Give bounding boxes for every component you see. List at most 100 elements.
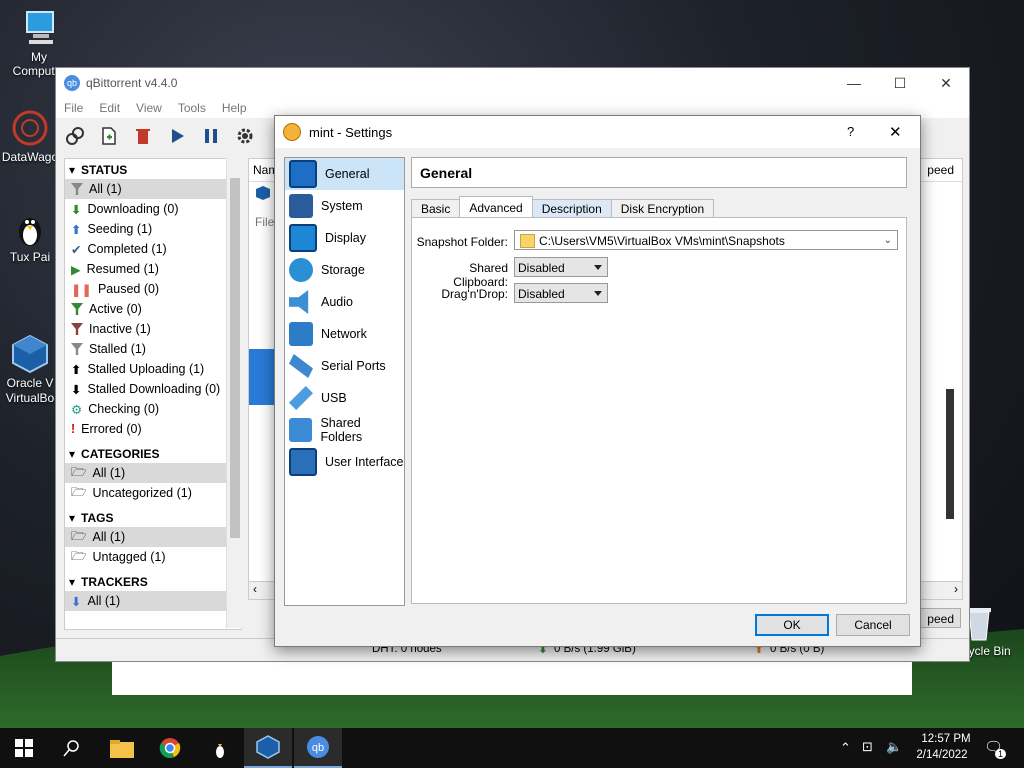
search-button[interactable] xyxy=(48,728,96,768)
nav-shared-folders[interactable]: Shared Folders xyxy=(285,414,404,446)
tracker-all[interactable]: ⬇ All (1) xyxy=(65,591,241,611)
status-filter-inactive[interactable]: Inactive (1) xyxy=(65,319,241,339)
virtualbox-icon xyxy=(10,319,50,374)
svg-text:qb: qb xyxy=(312,742,324,754)
resume-button[interactable] xyxy=(166,125,188,147)
network-icon xyxy=(289,322,313,346)
taskbar-qbittorrent[interactable]: qb xyxy=(294,728,342,768)
taskbar-file-explorer[interactable] xyxy=(98,728,146,768)
desktop-icon-virtualbox[interactable]: Oracle V VirtualBo xyxy=(0,304,60,421)
collapse-icon: ▾ xyxy=(69,575,76,589)
desktop-icon-label: DataWago xyxy=(1,150,59,164)
menu-help[interactable]: Help xyxy=(222,101,247,115)
categories-header[interactable]: ▾ CATEGORIES xyxy=(65,443,241,463)
tag-all[interactable]: 🗁 All (1) xyxy=(65,527,241,547)
nav-user-interface[interactable]: User Interface xyxy=(285,446,404,478)
nav-system[interactable]: System xyxy=(285,190,404,222)
snapshot-folder-select[interactable]: C:\Users\VM5\VirtualBox VMs\mint\Snapsho… xyxy=(514,230,898,250)
category-all[interactable]: 🗁 All (1) xyxy=(65,463,241,483)
start-button[interactable] xyxy=(0,728,48,768)
category-uncategorized[interactable]: 🗁 Uncategorized (1) xyxy=(65,483,241,503)
scroll-left-icon[interactable]: ‹ xyxy=(253,582,257,596)
maximize-button[interactable]: ☐ xyxy=(877,68,923,98)
tab-description[interactable]: Description xyxy=(531,199,612,218)
tab-advanced[interactable]: Advanced xyxy=(459,196,533,218)
qbittorrent-title: qBittorrent v4.4.0 xyxy=(86,76,178,90)
status-filter-paused[interactable]: ❚❚ Paused (0) xyxy=(65,279,241,299)
status-filter-checking[interactable]: ⚙ Checking (0) xyxy=(65,399,241,419)
taskbar-chrome[interactable] xyxy=(146,728,194,768)
taskbar-tux-paint[interactable] xyxy=(196,728,244,768)
status-filter-stalled-uploading[interactable]: ⬆ Stalled Uploading (1) xyxy=(65,359,241,379)
options-gear-icon[interactable] xyxy=(234,125,256,147)
tab-disk-encryption[interactable]: Disk Encryption xyxy=(610,199,715,218)
sidebar-scrollbar[interactable] xyxy=(226,158,243,628)
clock-date[interactable]: 2/14/2022 xyxy=(912,749,972,761)
tab-basic[interactable]: Basic xyxy=(411,199,461,218)
error-icon: ! xyxy=(71,422,76,436)
nav-general[interactable]: General xyxy=(285,158,404,190)
tag-untagged[interactable]: 🗁 Untagged (1) xyxy=(65,547,241,567)
status-filter-downloading[interactable]: ⬇ Downloading (0) xyxy=(65,199,241,219)
status-header[interactable]: ▾ STATUS xyxy=(65,159,241,179)
scrollbar-thumb[interactable] xyxy=(230,178,240,538)
nav-network[interactable]: Network xyxy=(285,318,404,350)
close-button[interactable]: ✕ xyxy=(923,68,969,98)
status-filter-stalled-downloading[interactable]: ⬇ Stalled Downloading (0) xyxy=(65,379,241,399)
nav-usb[interactable]: USB xyxy=(285,382,404,414)
add-torrent-link-button[interactable] xyxy=(64,125,86,147)
details-scroll[interactable] xyxy=(946,389,954,519)
scroll-right-icon[interactable]: › xyxy=(954,582,958,596)
nav-storage[interactable]: Storage xyxy=(285,254,404,286)
network-icon[interactable]: ⊡ xyxy=(862,739,873,755)
filter-icon xyxy=(71,323,83,335)
virtualbox-vm-icon xyxy=(283,123,301,141)
status-filter-completed[interactable]: ✔ Completed (1) xyxy=(65,239,241,259)
taskbar-virtualbox[interactable] xyxy=(244,728,292,768)
shared-clipboard-select[interactable]: Disabled xyxy=(514,257,608,277)
menu-file[interactable]: File xyxy=(64,101,83,115)
status-filter-resumed[interactable]: ▶ Resumed (1) xyxy=(65,259,241,279)
status-filter-seeding[interactable]: ⬆ Seeding (1) xyxy=(65,219,241,239)
cancel-button[interactable]: Cancel xyxy=(836,614,910,636)
desktop-icon-tux-paint[interactable]: Tux Pai xyxy=(0,208,60,264)
volume-icon[interactable]: 🔈 xyxy=(886,739,902,755)
status-filter-errored[interactable]: ! Errored (0) xyxy=(65,419,241,439)
clock-time[interactable]: 12:57 PM xyxy=(916,733,976,745)
list-header-speed[interactable]: peed xyxy=(927,159,954,181)
torrent-row-selected[interactable] xyxy=(249,349,275,405)
background-window-strip xyxy=(112,660,912,695)
menu-tools[interactable]: Tools xyxy=(178,101,206,115)
pause-button[interactable] xyxy=(200,125,222,147)
tags-header[interactable]: ▾ TAGS xyxy=(65,507,241,527)
drag-n-drop-select[interactable]: Disabled xyxy=(514,283,608,303)
menu-edit[interactable]: Edit xyxy=(99,101,120,115)
add-torrent-file-button[interactable] xyxy=(98,125,120,147)
status-filter-stalled[interactable]: Stalled (1) xyxy=(65,339,241,359)
ok-button[interactable]: OK xyxy=(755,614,829,636)
menu-view[interactable]: View xyxy=(136,101,162,115)
desktop-icon-datawago[interactable]: DataWago xyxy=(0,108,60,164)
storage-disk-icon xyxy=(289,258,313,282)
status-filter-all[interactable]: All (1) xyxy=(65,179,241,199)
collapse-icon: ▾ xyxy=(69,511,76,525)
folder-icon xyxy=(520,234,535,248)
delete-button[interactable] xyxy=(132,125,154,147)
trackers-header[interactable]: ▾ TRACKERS xyxy=(65,571,241,591)
dialog-close-button[interactable]: ✕ xyxy=(889,123,902,141)
audio-speaker-icon xyxy=(289,290,309,314)
nav-display[interactable]: Display xyxy=(285,222,404,254)
nav-audio[interactable]: Audio xyxy=(285,286,404,318)
status-filter-active[interactable]: Active (0) xyxy=(65,299,241,319)
nav-serial-ports[interactable]: Serial Ports xyxy=(285,350,404,382)
user-interface-icon xyxy=(289,448,317,476)
help-button[interactable]: ? xyxy=(847,124,854,139)
tux-paint-icon xyxy=(213,741,227,759)
minimize-button[interactable]: — xyxy=(831,68,877,98)
shared-clipboard-label: Shared Clipboard: xyxy=(453,261,508,289)
settings-dialog: mint - Settings ? ✕ General System Displ… xyxy=(274,115,921,647)
general-icon xyxy=(289,160,317,188)
drag-n-drop-label: Drag'n'Drop: xyxy=(441,287,508,301)
dropdown-arrow-icon xyxy=(594,291,602,296)
tray-chevron-up-icon[interactable]: ⌃ xyxy=(840,740,851,756)
